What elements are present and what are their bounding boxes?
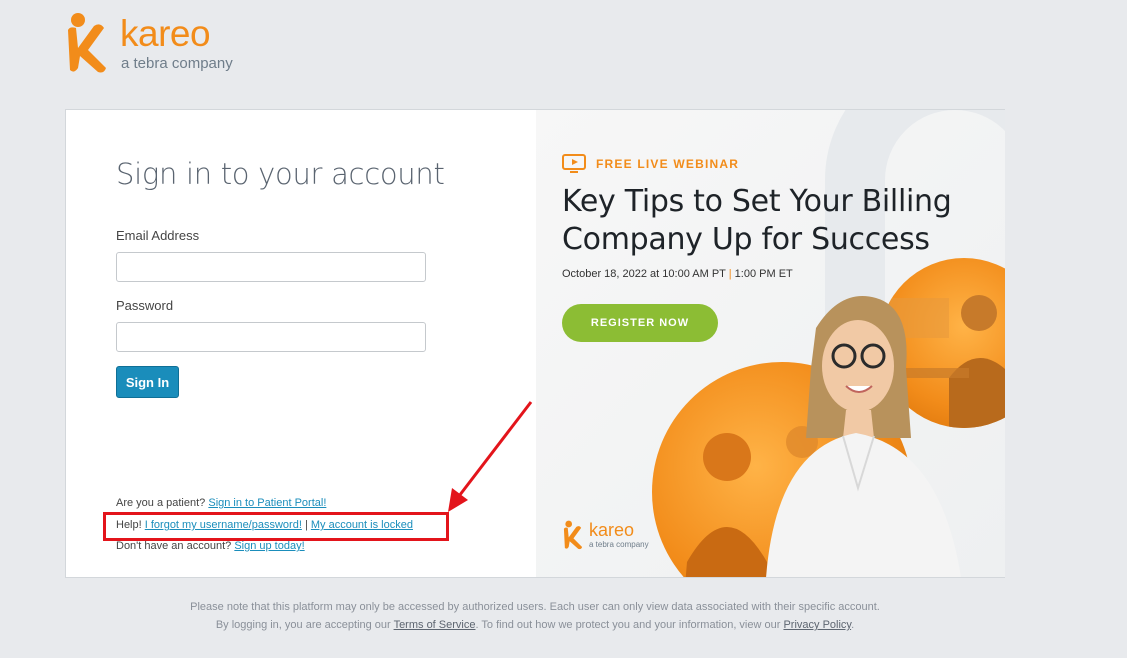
footer-notice: Please note that this platform may only … bbox=[0, 598, 1070, 634]
footer-line1: Please note that this platform may only … bbox=[190, 601, 880, 613]
promo-headline: Key Tips to Set Your Billing Company Up … bbox=[562, 184, 952, 257]
email-label: Email Address bbox=[116, 228, 200, 243]
privacy-policy-link[interactable]: Privacy Policy bbox=[783, 619, 851, 631]
login-card: Sign in to your account Email Address Pa… bbox=[65, 109, 1005, 578]
email-field[interactable] bbox=[116, 252, 426, 282]
promo-logo: kareo a tebra company bbox=[562, 520, 649, 550]
terms-of-service-link[interactable]: Terms of Service bbox=[394, 619, 476, 631]
promo-date-pt: October 18, 2022 at 10:00 AM PT bbox=[562, 268, 726, 280]
signup-prefix: Don't have an account? bbox=[116, 540, 232, 552]
promo-logo-wordmark: kareo bbox=[589, 520, 635, 540]
promo-logo-tagline: a tebra company bbox=[589, 540, 649, 549]
promo-tag: FREE LIVE WEBINAR bbox=[562, 154, 739, 174]
signup-line: Don't have an account? Sign up today! bbox=[116, 540, 305, 552]
kareo-logo: kareo a tebra company bbox=[64, 12, 233, 74]
promo-date: October 18, 2022 at 10:00 AM PT | 1:00 P… bbox=[562, 268, 793, 280]
annotation-arrow bbox=[448, 401, 533, 512]
footer-line2: By logging in, you are accepting our Ter… bbox=[0, 616, 1070, 634]
sign-in-button[interactable]: Sign In bbox=[116, 366, 179, 398]
page-title: Sign in to your account bbox=[116, 157, 445, 191]
promo-date-separator: | bbox=[728, 268, 732, 280]
password-label: Password bbox=[116, 298, 174, 313]
promo-tag-label: FREE LIVE WEBINAR bbox=[596, 157, 740, 171]
webinar-play-icon bbox=[562, 154, 586, 173]
password-field[interactable] bbox=[116, 322, 426, 352]
footer-line2-suffix: . bbox=[851, 619, 855, 631]
logo-tagline: a tebra company bbox=[121, 55, 233, 72]
promo-kareo-k-icon bbox=[563, 520, 583, 550]
register-now-button[interactable]: REGISTER NOW bbox=[562, 304, 718, 342]
footer-line2-middle: . To find out how we protect you and you… bbox=[475, 619, 781, 631]
footer-line2-prefix: By logging in, you are accepting our bbox=[215, 619, 391, 631]
promo-woman-photo bbox=[766, 296, 961, 577]
webinar-promo[interactable]: FREE LIVE WEBINAR Key Tips to Set Your B… bbox=[536, 110, 1005, 577]
signup-link[interactable]: Sign up today! bbox=[234, 540, 304, 552]
annotation-highlight-box bbox=[103, 512, 449, 541]
logo-wordmark: kareo bbox=[120, 13, 211, 54]
promo-date-et: 1:00 PM ET bbox=[734, 268, 793, 280]
patient-portal-link[interactable]: Sign in to Patient Portal! bbox=[208, 497, 326, 509]
patient-prefix: Are you a patient? bbox=[116, 497, 206, 509]
kareo-k-icon bbox=[68, 13, 106, 73]
patient-line: Are you a patient? Sign in to Patient Po… bbox=[116, 497, 326, 509]
